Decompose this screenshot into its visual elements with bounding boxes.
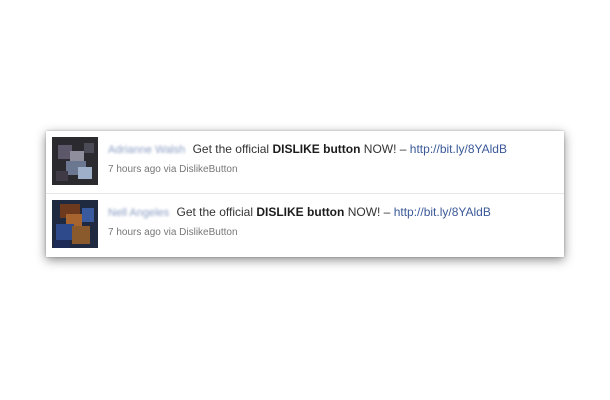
actor-name[interactable]: Adrianne Walsh xyxy=(108,143,185,157)
message-text: Get the official xyxy=(176,205,254,219)
feed-story: Adrianne Walsh Get the official DISLIKE … xyxy=(46,131,564,193)
message-keyword: DISLIKE xyxy=(272,142,320,156)
message-text: NOW! – xyxy=(363,142,407,156)
story-link[interactable]: http://bit.ly/8YAldB xyxy=(410,142,507,156)
story-timestamp: 7 hours ago via DislikeButton xyxy=(108,164,238,175)
feed-card: Adrianne Walsh Get the official DISLIKE … xyxy=(46,131,564,257)
story-message: Nell Angeles Get the official DISLIKE bu… xyxy=(108,205,491,220)
story-link[interactable]: http://bit.ly/8YAldB xyxy=(394,205,491,219)
story-message: Adrianne Walsh Get the official DISLIKE … xyxy=(108,142,507,157)
feed-story: Nell Angeles Get the official DISLIKE bu… xyxy=(46,194,564,256)
message-keyword: button xyxy=(323,142,361,156)
message-keyword: button xyxy=(307,205,345,219)
avatar[interactable] xyxy=(52,200,98,248)
avatar[interactable] xyxy=(52,137,98,185)
message-keyword: DISLIKE xyxy=(256,205,304,219)
message-text: NOW! – xyxy=(347,205,391,219)
message-text: Get the official xyxy=(192,142,270,156)
actor-name[interactable]: Nell Angeles xyxy=(108,206,169,220)
story-timestamp: 7 hours ago via DislikeButton xyxy=(108,227,238,238)
